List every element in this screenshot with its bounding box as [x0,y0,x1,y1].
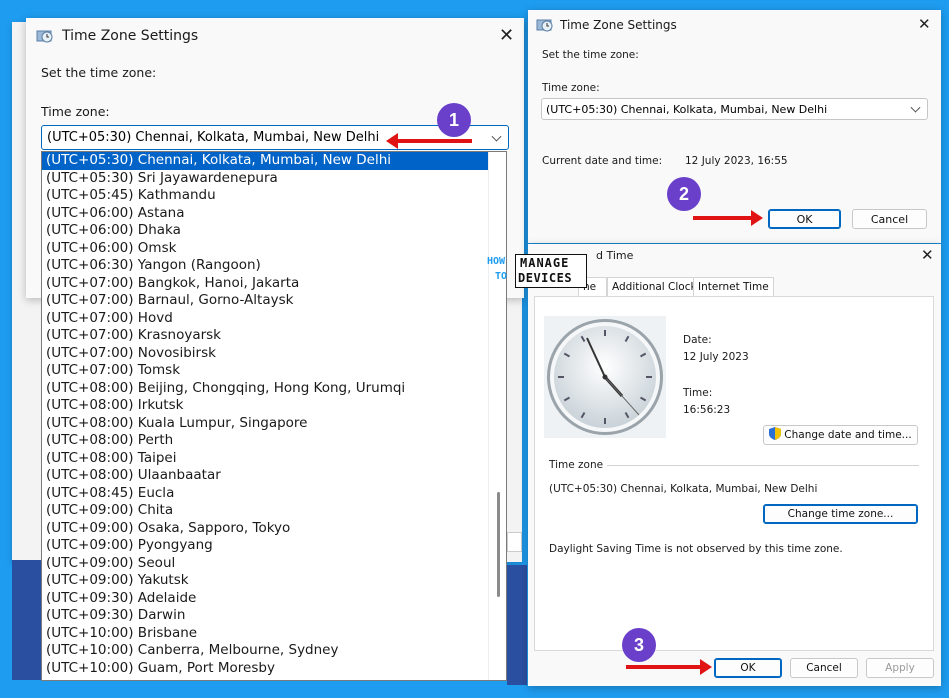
logo-devices: DEVICES [518,271,573,285]
dropdown-option[interactable]: (UTC+08:45) Eucla [42,485,488,503]
dropdown-option[interactable]: (UTC+09:00) Pyongyang [42,537,488,555]
dialog-title-partial: d Time [596,249,634,262]
set-timezone-label: Set the time zone: [41,65,157,80]
time-label: Time: [683,387,713,399]
dropdown-option[interactable]: (UTC+09:30) Adelaide [42,590,488,608]
date-label: Date: [683,334,712,346]
timezone-value: (UTC+05:30) Chennai, Kolkata, Mumbai, Ne… [549,483,818,495]
dropdown-option[interactable]: (UTC+10:00) Guam, Port Moresby [42,660,488,678]
dropdown-option[interactable]: (UTC+06:00) Dhaka [42,222,488,240]
timezone-icon [36,28,54,44]
dropdown-scrollbar[interactable] [488,152,506,680]
dropdown-option[interactable]: (UTC+10:00) Brisbane [42,625,488,643]
cancel-button[interactable]: Cancel [790,658,858,678]
dropdown-option[interactable]: (UTC+09:00) Seoul [42,555,488,573]
date-value: 12 July 2023 [683,351,749,363]
date-time-dialog: d Time ✕ ne Additional Clocks Internet T… [528,244,941,686]
tab-internet-time[interactable]: Internet Time [693,277,774,297]
howto-manage-devices-logo: HOW TO MANAGE DEVICES [487,254,593,290]
dialog-title: Time Zone Settings [560,18,677,32]
tab-panel: Date: 12 July 2023 Time: 16:56:23 Change… [534,296,934,651]
chevron-down-icon [910,102,921,113]
timezone-select[interactable]: (UTC+05:30) Chennai, Kolkata, Mumbai, Ne… [541,98,928,120]
arrow-right-3 [626,659,712,675]
taskbar-fragment [12,560,41,680]
close-icon[interactable]: ✕ [499,27,514,45]
dropdown-option[interactable]: (UTC+08:00) Beijing, Chongqing, Hong Kon… [42,380,488,398]
current-datetime-label: Current date and time: [542,155,663,167]
dropdown-option[interactable]: (UTC+05:30) Chennai, Kolkata, Mumbai, Ne… [42,152,488,170]
change-date-time-label: Change date and time... [784,429,912,441]
logo-manage: MANAGE [520,256,570,270]
timezone-label: Time zone: [542,82,600,94]
dropdown-option[interactable]: (UTC+10:00) Canberra, Melbourne, Sydney [42,642,488,660]
close-icon[interactable]: ✕ [921,248,934,263]
background-input-strip [507,532,522,552]
step-badge-1: 1 [437,103,471,137]
set-timezone-label: Set the time zone: [542,49,639,61]
chevron-down-icon [491,131,502,142]
dropdown-option[interactable]: (UTC+07:00) Tomsk [42,362,488,380]
dropdown-option[interactable]: (UTC+08:00) Irkutsk [42,397,488,415]
dst-note: Daylight Saving Time is not observed by … [549,543,843,555]
cancel-button[interactable]: Cancel [852,209,927,229]
dropdown-option[interactable]: (UTC+07:00) Bangkok, Hanoi, Jakarta [42,275,488,293]
dropdown-option[interactable]: (UTC+09:00) Chita [42,502,488,520]
dropdown-option[interactable]: (UTC+08:00) Perth [42,432,488,450]
close-icon[interactable]: ✕ [918,17,931,32]
timezone-section-label: Time zone [549,459,604,471]
dropdown-option[interactable]: (UTC+05:30) Sri Jayawardenepura [42,170,488,188]
dropdown-option[interactable]: (UTC+09:00) Osaka, Sapporo, Tokyo [42,520,488,538]
dropdown-option[interactable]: (UTC+06:00) Omsk [42,240,488,258]
dropdown-option[interactable]: (UTC+08:00) Kuala Lumpur, Singapore [42,415,488,433]
timezone-label: Time zone: [41,104,110,119]
dropdown-option[interactable]: (UTC+07:00) Hovd [42,310,488,328]
timezone-select-value: (UTC+05:30) Chennai, Kolkata, Mumbai, Ne… [546,102,828,116]
taskbar-fragment-right [507,565,527,685]
time-value: 16:56:23 [683,404,731,416]
step-badge-2: 2 [667,177,701,211]
section-divider [607,465,919,466]
clock-face-icon [547,319,663,435]
dropdown-option[interactable]: (UTC+09:00) Yakutsk [42,572,488,590]
change-timezone-button[interactable]: Change time zone... [763,504,918,524]
step-badge-3: 3 [622,628,656,662]
dropdown-items: (UTC+05:30) Chennai, Kolkata, Mumbai, Ne… [42,152,506,677]
dropdown-option[interactable]: (UTC+08:00) Ulaanbaatar [42,467,488,485]
current-datetime-value: 12 July 2023, 16:55 [685,155,788,167]
dropdown-option[interactable]: (UTC+06:30) Yangon (Rangoon) [42,257,488,275]
shield-icon [769,427,782,443]
ok-button[interactable]: OK [714,658,782,678]
dropdown-option[interactable]: (UTC+08:00) Taipei [42,450,488,468]
logo-how: HOW [487,256,506,267]
dropdown-option[interactable]: (UTC+07:00) Barnaul, Gorno-Altaysk [42,292,488,310]
timezone-select-value: (UTC+05:30) Chennai, Kolkata, Mumbai, Ne… [47,130,380,145]
apply-button[interactable]: Apply [866,658,934,678]
logo-to: TO [495,271,508,282]
tz-settings-dialog-right: Time Zone Settings ✕ Set the time zone: … [528,10,941,243]
dropdown-option[interactable]: (UTC+05:45) Kathmandu [42,187,488,205]
logo-box: MANAGE DEVICES [515,254,587,288]
ok-button[interactable]: OK [768,209,841,229]
arrow-right-2 [693,210,763,226]
scrollbar-thumb[interactable] [497,492,500,597]
dialog-title: Time Zone Settings [62,28,199,44]
timezone-dropdown-list[interactable]: (UTC+05:30) Chennai, Kolkata, Mumbai, Ne… [41,151,507,681]
dropdown-option[interactable]: (UTC+07:00) Krasnoyarsk [42,327,488,345]
dropdown-option[interactable]: (UTC+07:00) Novosibirsk [42,345,488,363]
change-date-time-button[interactable]: Change date and time... [763,425,918,445]
dropdown-option[interactable]: (UTC+09:30) Darwin [42,607,488,625]
arrow-left-1 [386,133,472,149]
timezone-icon [536,17,554,33]
dropdown-option[interactable]: (UTC+06:00) Astana [42,205,488,223]
analog-clock [544,316,666,438]
